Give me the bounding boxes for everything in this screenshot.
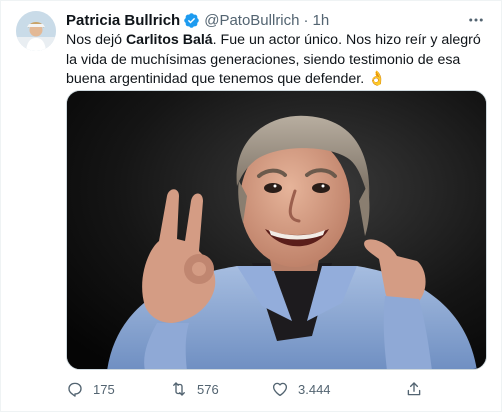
ok-hand-emoji: 👌 (368, 71, 386, 87)
verified-badge-icon (183, 12, 200, 29)
tweet-header: Patricia Bullrich @PatoBullrich · 1h (66, 10, 329, 30)
avatar-image (16, 11, 56, 51)
reply-count: 175 (93, 381, 115, 397)
tweet-text-start: Nos dejó (66, 32, 126, 48)
tweet-actions: 175 576 3.444 (66, 378, 491, 400)
share-button[interactable] (405, 380, 423, 398)
separator-dot: · (303, 11, 309, 29)
timestamp[interactable]: 1h (313, 12, 330, 29)
retweet-button[interactable]: 576 (170, 380, 219, 398)
heart-icon (271, 380, 289, 398)
tweet-text-bold: Carlitos Balá (125, 32, 213, 48)
reply-icon (66, 380, 84, 398)
author-name[interactable]: Patricia Bullrich (66, 12, 180, 29)
tweet-text: Nos dejó Carlitos Balá. Fue un actor úni… (66, 31, 491, 90)
author-handle[interactable]: @PatoBullrich (204, 12, 299, 29)
retweet-icon (170, 380, 188, 398)
reply-button[interactable]: 175 (66, 380, 115, 398)
tweet-photo[interactable] (66, 90, 487, 370)
like-count: 3.444 (298, 381, 331, 397)
like-button[interactable]: 3.444 (271, 380, 331, 398)
retweet-count: 576 (197, 381, 219, 397)
photo-carlitos-bala (67, 91, 486, 369)
avatar[interactable] (16, 11, 56, 51)
more-options-icon[interactable] (465, 10, 487, 30)
share-icon (405, 380, 423, 398)
tweet-card[interactable]: Patricia Bullrich @PatoBullrich · 1h Nos… (0, 0, 502, 412)
